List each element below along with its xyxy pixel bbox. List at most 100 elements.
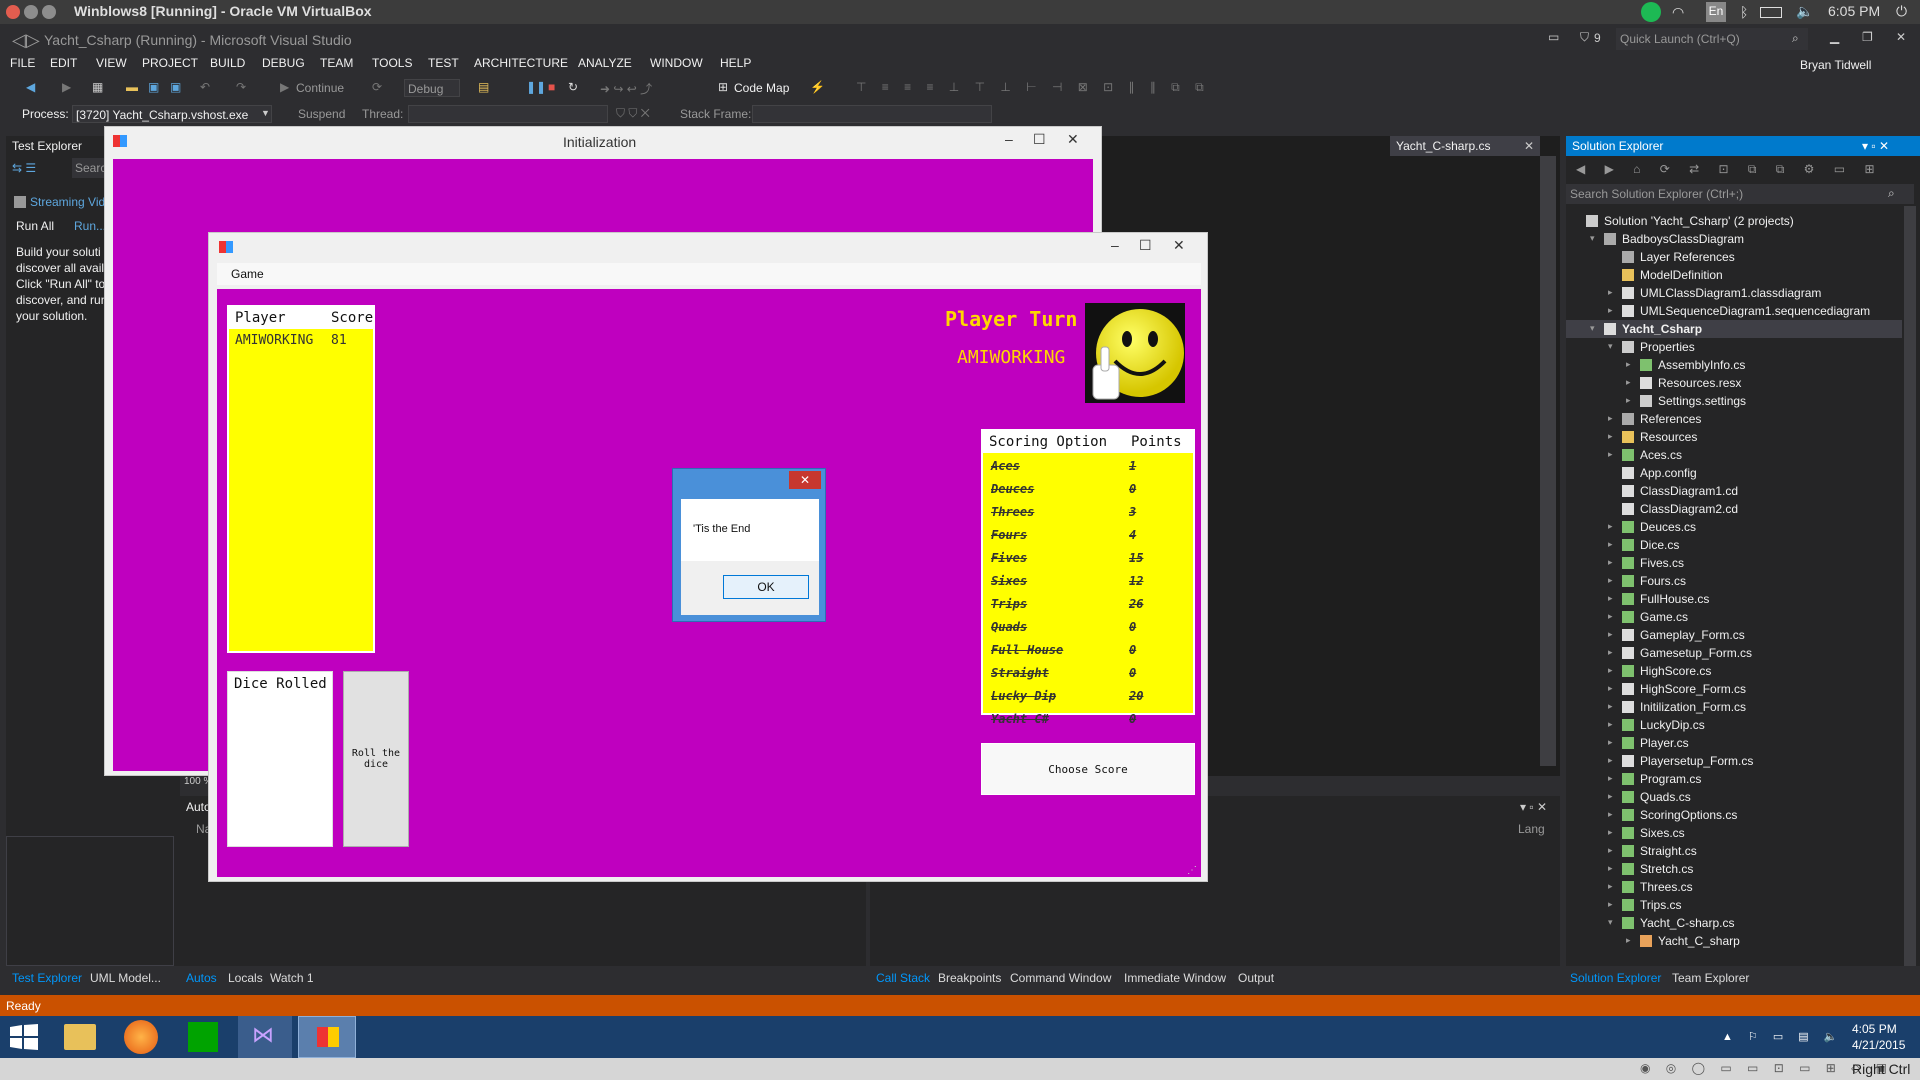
tree-item[interactable]: ▸ Gameplay_Form.cs [1566,626,1902,644]
restart-icon[interactable]: ↻ [568,80,578,94]
scoring-row[interactable]: Deuces 0 [983,480,1193,500]
tree-item[interactable]: ▸ Game.cs [1566,608,1902,626]
tree-item[interactable]: ▸ LuckyDip.cs [1566,716,1902,734]
menu-test[interactable]: TEST [428,56,459,70]
tab-breakpoints[interactable]: Breakpoints [938,971,1001,985]
step-icons[interactable]: ➜ ↪ ↩ ⤴ [600,80,652,97]
layout-tools-icons[interactable]: ⊤ ≡ ≡ ≡ ⊥ ⊤ ⊥ ⊢ ⊣ ⊠ ⊡ ∥ ∥ ⧉ ⧉ [856,80,1210,95]
collapsed-arrow-icon[interactable]: ▸ [1608,287,1618,298]
battery-icon[interactable] [1760,7,1782,18]
suspend-button[interactable]: Suspend [298,107,345,121]
menu-debug[interactable]: DEBUG [262,56,305,70]
menu-game[interactable]: Game [231,267,264,281]
browser-link-icon[interactable]: ▤ [478,80,489,94]
tree-item[interactable]: ▸ Threes.cs [1566,878,1902,896]
test-toolbar-icons[interactable]: ⇆ ☰ [12,161,36,175]
tab-test-explorer[interactable]: Test Explorer [12,971,82,985]
wifi-icon[interactable]: ◠ [1672,4,1684,21]
breakpoint-tool-icon[interactable]: ⚡ [810,80,825,94]
close-icon[interactable]: ✕ [1896,30,1906,44]
tree-item[interactable]: ▸ HighScore_Form.cs [1566,680,1902,698]
tree-item[interactable]: ▸ References [1566,410,1902,428]
tab-team-explorer[interactable]: Team Explorer [1672,971,1749,985]
collapsed-arrow-icon[interactable]: ▸ [1608,593,1618,604]
maximize-icon[interactable]: ☐ [1033,131,1046,148]
back-icon[interactable]: ◀ [26,80,35,94]
continue-icon[interactable]: ▶ [280,80,289,94]
menu-help[interactable]: HELP [720,56,751,70]
tree-item[interactable]: ▸ ScoringOptions.cs [1566,806,1902,824]
store-icon[interactable] [188,1022,218,1052]
resize-grip-icon[interactable]: ⋰ [1187,865,1197,876]
new-project-icon[interactable]: ▦ [92,80,103,94]
minimize-icon[interactable]: – [1111,237,1119,253]
tree-item[interactable]: ▸ Sixes.cs [1566,824,1902,842]
tree-item[interactable]: ▸ HighScore.cs [1566,662,1902,680]
tree-item[interactable]: ▸ Gamesetup_Form.cs [1566,644,1902,662]
tree-item[interactable]: Solution 'Yacht_Csharp' (2 projects) [1566,212,1902,230]
collapsed-arrow-icon[interactable]: ▸ [1608,791,1618,802]
scoring-row[interactable]: Fours 4 [983,526,1193,546]
streaming-link[interactable]: Streaming Vid [30,195,105,209]
tree-item[interactable]: ▸ Playersetup_Form.cs [1566,752,1902,770]
collapsed-arrow-icon[interactable]: ▸ [1608,755,1618,766]
tree-item[interactable]: ▸ Stretch.cs [1566,860,1902,878]
save-icon[interactable]: ▣ [148,80,159,94]
collapsed-arrow-icon[interactable]: ▸ [1608,539,1618,550]
menu-architecture[interactable]: ARCHITECTURE [474,56,568,70]
start-button[interactable] [10,1024,38,1050]
tree-item[interactable]: ▾ Properties [1566,338,1902,356]
scoring-row[interactable]: Quads 0 [983,618,1193,638]
maximize-icon[interactable] [42,5,56,19]
editor-scrollbar[interactable] [1540,156,1556,766]
tree-item[interactable]: ▸ Program.cs [1566,770,1902,788]
solution-toolbar-icons[interactable]: ◀ ▶ ⌂ ⟳ ⇄ ⊡ ⧉ ⧉ ⚙ ▭ ⊞ [1576,162,1883,177]
tree-item[interactable]: ▸ Yacht_C_sharp [1566,932,1902,950]
solution-search-input[interactable]: Search Solution Explorer (Ctrl+;) ⌕ [1566,184,1914,204]
continue-button[interactable]: Continue [296,81,344,95]
tab-solution-explorer[interactable]: Solution Explorer [1570,971,1661,985]
expanded-arrow-icon[interactable]: ▾ [1608,917,1618,928]
filter-icons[interactable]: ⛉ ⛉ ✕ [616,106,650,121]
scoring-row[interactable]: Yacht C# 0 [983,710,1193,730]
run-all-button[interactable]: Run All [16,219,54,233]
expanded-arrow-icon[interactable]: ▾ [1608,341,1618,352]
collapsed-arrow-icon[interactable]: ▸ [1608,719,1618,730]
redo-icon[interactable]: ↷ [236,80,246,94]
spotify-icon[interactable] [1641,2,1661,22]
menu-project[interactable]: PROJECT [142,56,198,70]
menu-file[interactable]: FILE [10,56,35,70]
collapsed-arrow-icon[interactable]: ▸ [1608,737,1618,748]
menu-view[interactable]: VIEW [96,56,127,70]
yacht-app-taskbar-button[interactable] [298,1016,356,1058]
tree-item[interactable]: ▸ Quads.cs [1566,788,1902,806]
tree-item[interactable]: App.config [1566,464,1902,482]
minimize-icon[interactable] [24,5,38,19]
collapsed-arrow-icon[interactable]: ▸ [1626,395,1636,406]
tab-uml-model[interactable]: UML Model... [90,971,161,985]
code-map-icon[interactable]: ⊞ [718,80,728,94]
collapsed-arrow-icon[interactable]: ▸ [1608,845,1618,856]
collapsed-arrow-icon[interactable]: ▸ [1608,449,1618,460]
feedback-icon[interactable]: ▭ [1548,30,1559,44]
tree-item[interactable]: ▸ Dice.cs [1566,536,1902,554]
quick-launch-input[interactable]: Quick Launch (Ctrl+Q) ⌕ [1616,28,1808,50]
editor-tab[interactable]: Yacht_C-sharp.cs ✕ [1390,136,1540,156]
panel-controls[interactable]: ▾ ▫ ✕ [1862,139,1889,153]
collapsed-arrow-icon[interactable]: ▸ [1608,521,1618,532]
tree-item[interactable]: Layer References [1566,248,1902,266]
open-icon[interactable]: ▬ [126,80,138,94]
close-icon[interactable]: ✕ [1524,139,1534,153]
close-icon[interactable]: ✕ [789,471,821,489]
tree-item[interactable]: ▾ BadboysClassDiagram [1566,230,1902,248]
tree-item[interactable]: ▸ FullHouse.cs [1566,590,1902,608]
collapsed-arrow-icon[interactable]: ▸ [1608,665,1618,676]
dice-rolled-box[interactable]: Dice Rolled [227,671,333,847]
tab-watch[interactable]: Watch 1 [270,971,314,985]
pause-icon[interactable]: ❚❚ [526,80,546,94]
tree-item[interactable]: ▸ Resources [1566,428,1902,446]
tree-item[interactable]: ▸ UMLClassDiagram1.classdiagram [1566,284,1902,302]
menu-edit[interactable]: EDIT [50,56,77,70]
tray-icons[interactable]: ▲ ⚐ ▭ ▤ 🔈 [1722,1030,1843,1043]
scoring-row[interactable]: Lucky Dip 20 [983,687,1193,707]
